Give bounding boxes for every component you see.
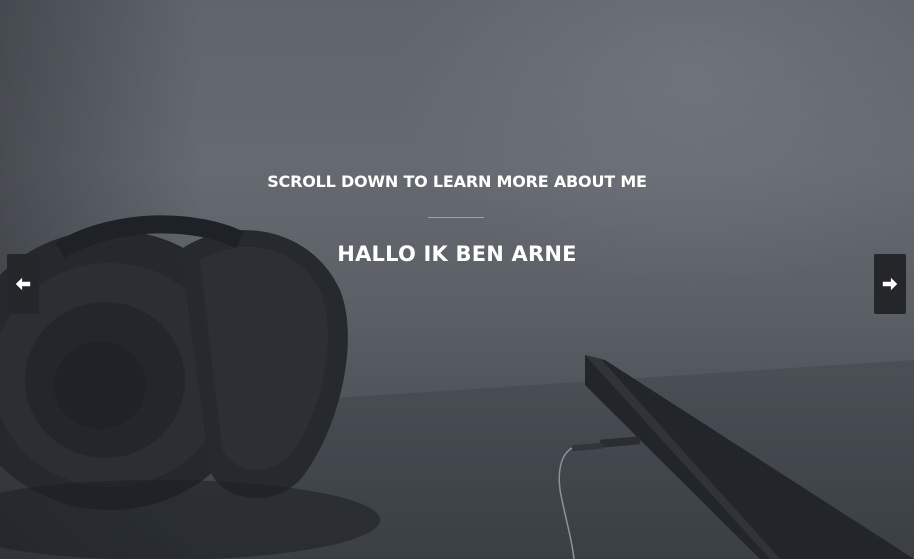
headphones-image (0, 215, 380, 559)
title-divider (428, 217, 484, 218)
carousel-next-button[interactable] (874, 254, 906, 314)
background-photo (0, 215, 914, 559)
hero-subtitle: SCROLL DOWN TO LEARN MORE ABOUT ME (267, 172, 647, 191)
carousel-prev-button[interactable] (7, 254, 39, 314)
arrow-left-icon (15, 277, 31, 291)
hero-slider: SCROLL DOWN TO LEARN MORE ABOUT ME HALLO… (0, 0, 914, 559)
hero-title: HALLO IK BEN ARNE (337, 242, 577, 266)
arrow-right-icon (882, 277, 898, 291)
